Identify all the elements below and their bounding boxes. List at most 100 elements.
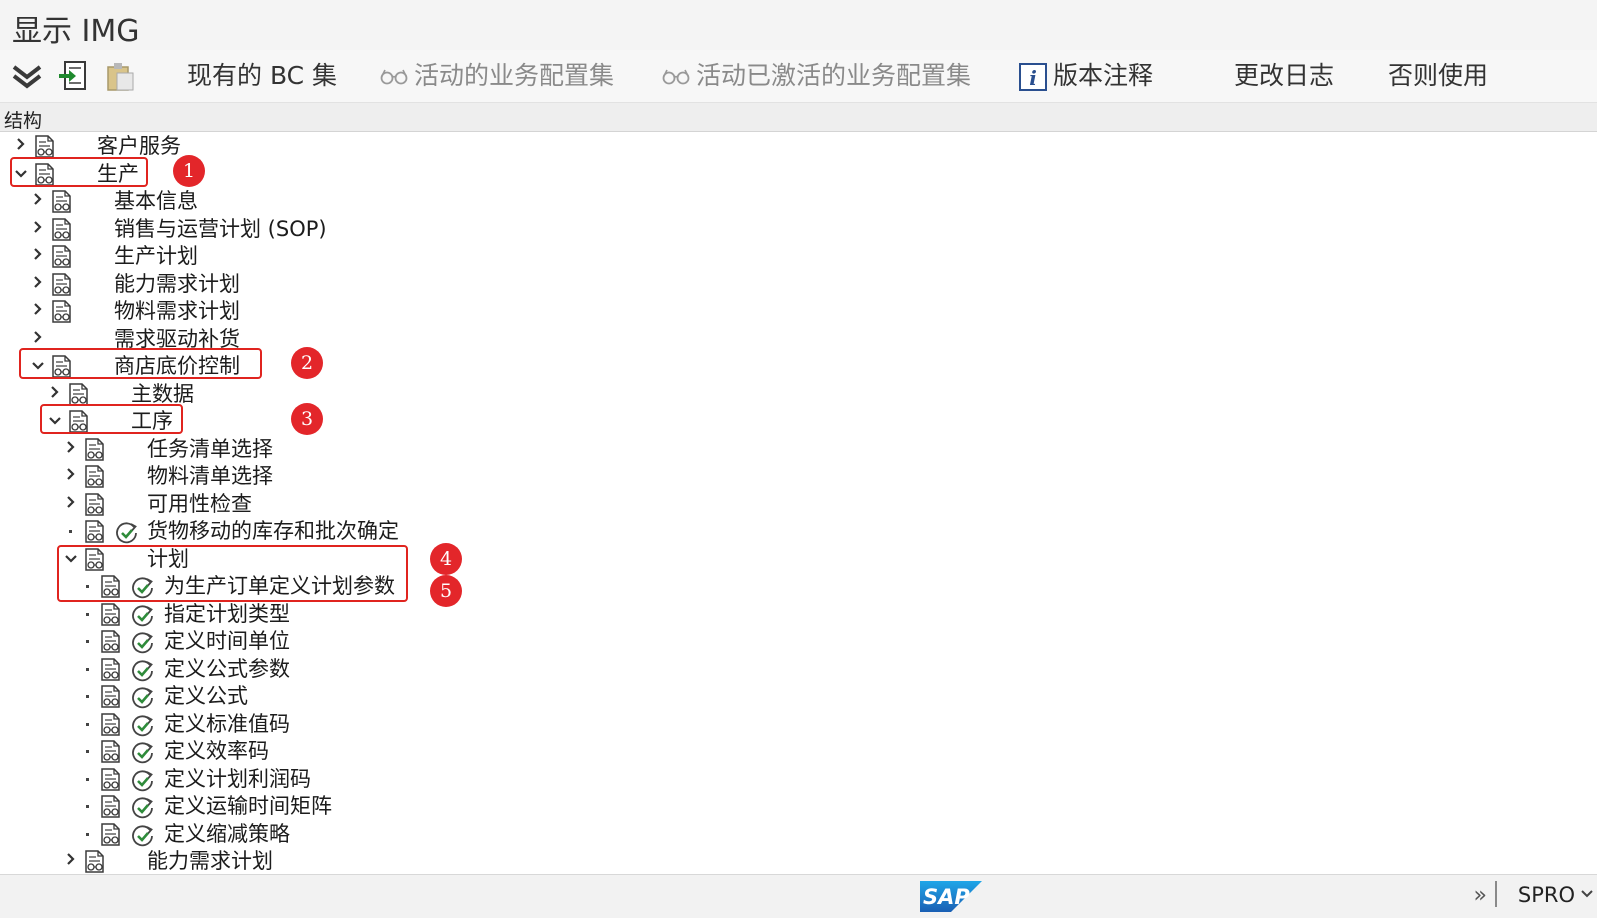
tree-node-label[interactable]: 生产计划 — [114, 243, 198, 270]
clipboard-icon[interactable] — [102, 59, 136, 93]
img-document-icon[interactable] — [100, 630, 122, 653]
tree-node[interactable]: 物料需求计划 — [0, 298, 1597, 325]
tree-node-label[interactable]: 定义缩减策略 — [164, 821, 290, 848]
tree-node-label[interactable]: 定义运输时间矩阵 — [164, 793, 332, 820]
release-notes-button[interactable]: i 版本注释 — [1019, 60, 1153, 92]
img-document-icon[interactable] — [68, 382, 90, 406]
tree-node-label[interactable]: 定义计划利润码 — [164, 766, 311, 793]
enter-icon[interactable] — [56, 59, 90, 93]
img-document-icon[interactable] — [84, 465, 106, 488]
img-document-icon[interactable] — [84, 850, 106, 873]
tree-node-label[interactable]: 销售与运营计划 (SOP) — [114, 216, 327, 243]
tree-node-label[interactable]: 定义标准值码 — [164, 711, 290, 738]
chevron-right-icon[interactable] — [64, 495, 78, 513]
execute-activity-icon[interactable] — [131, 741, 155, 765]
tree-node[interactable]: 定义公式参数 — [0, 656, 1597, 683]
img-document-icon[interactable] — [84, 437, 106, 461]
chevron-right-icon[interactable] — [14, 137, 28, 155]
where-used-button[interactable]: 否则使用 — [1388, 60, 1488, 92]
tree-node[interactable]: 定义公式 — [0, 683, 1597, 710]
tree-node-label[interactable]: 能力需求计划 — [147, 848, 273, 874]
execute-activity-icon[interactable] — [131, 824, 155, 848]
chevron-right-icon[interactable] — [31, 247, 45, 265]
tree-node[interactable]: 可用性检查 — [0, 491, 1597, 518]
tree-node[interactable]: 销售与运营计划 (SOP) — [0, 216, 1597, 243]
tree-node-label[interactable]: 物料需求计划 — [114, 298, 240, 325]
img-document-icon[interactable] — [51, 190, 73, 213]
img-document-icon[interactable] — [51, 300, 73, 323]
img-document-icon[interactable] — [34, 135, 56, 158]
tree-node-label[interactable]: 定义时间单位 — [164, 628, 290, 655]
tree-node[interactable]: 生产计划 — [0, 243, 1597, 270]
img-document-icon[interactable] — [84, 520, 106, 543]
tree-node-label[interactable]: 客户服务 — [97, 133, 181, 160]
tree-node[interactable]: 货物移动的库存和批次确定 — [0, 518, 1597, 545]
chevron-down-icon[interactable] — [1581, 889, 1593, 899]
tree-node[interactable]: 工序 — [0, 408, 1597, 435]
svg-text:i: i — [1029, 66, 1037, 90]
more-chevron-icon[interactable]: » — [1474, 883, 1487, 908]
tree-node[interactable]: 定义效率码 — [0, 738, 1597, 765]
tree-node[interactable]: 定义计划利润码 — [0, 766, 1597, 793]
tree-node-label[interactable]: 定义公式 — [164, 683, 248, 710]
chevron-right-icon[interactable] — [31, 192, 45, 210]
img-document-icon[interactable] — [84, 492, 106, 516]
execute-activity-icon[interactable] — [131, 604, 155, 628]
tree-node[interactable]: 定义运输时间矩阵 — [0, 793, 1597, 820]
tree-node-label[interactable]: 可用性检查 — [147, 491, 252, 518]
change-log-button[interactable]: 更改日志 — [1234, 60, 1334, 92]
chevron-right-icon[interactable] — [31, 275, 45, 293]
execute-activity-icon[interactable] — [115, 521, 139, 545]
chevron-right-icon[interactable] — [31, 220, 45, 238]
chevron-right-icon[interactable] — [31, 330, 45, 348]
img-document-icon[interactable] — [100, 740, 122, 763]
tree-node[interactable]: 指定计划类型 — [0, 601, 1597, 628]
img-document-icon[interactable] — [100, 657, 122, 681]
tree-node[interactable]: 基本信息 — [0, 188, 1597, 215]
tree-node-label[interactable]: 能力需求计划 — [114, 271, 240, 298]
execute-activity-icon[interactable] — [131, 631, 155, 655]
tree-node-label[interactable]: 任务清单选择 — [147, 436, 273, 463]
img-document-icon[interactable] — [100, 795, 122, 818]
execute-activity-icon[interactable] — [131, 714, 155, 738]
existing-bc-sets-button[interactable]: 现有的 BC 集 — [187, 60, 337, 92]
execute-activity-icon[interactable] — [131, 796, 155, 820]
img-document-icon[interactable] — [100, 685, 122, 708]
tree-node[interactable]: 定义时间单位 — [0, 628, 1597, 655]
img-document-icon[interactable] — [100, 822, 122, 846]
tree-node-label[interactable]: 物料清单选择 — [147, 463, 273, 490]
execute-activity-icon[interactable] — [131, 686, 155, 710]
collapse-all-icon[interactable] — [10, 59, 44, 93]
tree-node-label[interactable]: 定义公式参数 — [164, 656, 290, 683]
tree-node-label[interactable]: 基本信息 — [114, 188, 198, 215]
tree-node[interactable]: 物料清单选择 — [0, 463, 1597, 490]
chevron-right-icon[interactable] — [31, 302, 45, 320]
chevron-right-icon[interactable] — [64, 852, 78, 870]
img-document-icon[interactable] — [100, 712, 122, 736]
chevron-right-icon[interactable] — [64, 440, 78, 458]
chevron-right-icon[interactable] — [64, 467, 78, 485]
tree-node-label[interactable]: 指定计划类型 — [164, 601, 290, 628]
img-document-icon[interactable] — [51, 217, 73, 241]
annotation-marker-4: 4 — [430, 543, 462, 575]
tree-node-label[interactable]: 货物移动的库存和批次确定 — [147, 518, 399, 545]
execute-activity-icon[interactable] — [131, 659, 155, 683]
activated-bc-sets-button[interactable]: 活动已激活的业务配置集 — [662, 60, 971, 92]
tree-node[interactable]: 能力需求计划 — [0, 271, 1597, 298]
tree-node[interactable]: 客户服务 — [0, 133, 1597, 160]
chevron-right-icon[interactable] — [48, 385, 62, 403]
img-document-icon[interactable] — [100, 602, 122, 626]
tree-node-label[interactable]: 定义效率码 — [164, 738, 269, 765]
tree-node[interactable]: 任务清单选择 — [0, 436, 1597, 463]
img-document-icon[interactable] — [100, 767, 122, 791]
tree-node[interactable]: 定义标准值码 — [0, 711, 1597, 738]
active-bc-sets-button[interactable]: 活动的业务配置集 — [380, 60, 614, 92]
tree-node[interactable]: 能力需求计划 — [0, 848, 1597, 874]
img-document-icon[interactable] — [51, 245, 73, 268]
tree-node[interactable]: 定义缩减策略 — [0, 821, 1597, 848]
img-document-icon[interactable] — [51, 272, 73, 296]
execute-activity-icon[interactable] — [131, 769, 155, 793]
tree-node[interactable]: 主数据 — [0, 381, 1597, 408]
tree-node[interactable]: 生产 — [0, 161, 1597, 188]
leaf-dot-icon — [81, 632, 95, 650]
